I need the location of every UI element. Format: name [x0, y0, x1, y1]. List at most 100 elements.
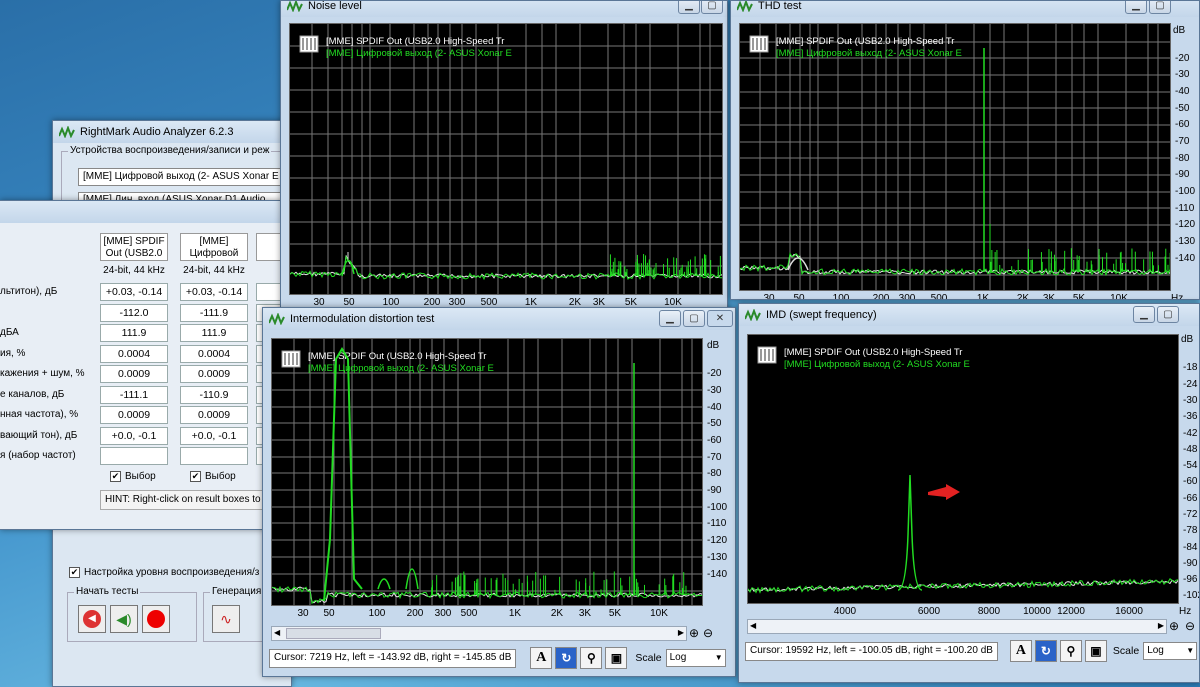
refresh-icon[interactable]: ↻: [555, 647, 578, 669]
result-cell[interactable]: -111.1: [100, 385, 168, 404]
x-tick-label: 4000: [833, 606, 857, 617]
trace-peak: [323, 347, 363, 602]
x-tick-label: 8000: [977, 606, 1001, 617]
imd-plot[interactable]: [MME] SPDIF Out (USB2.0 High-Speed Tr [MM…: [271, 338, 703, 606]
cursor-readout: Cursor: 7219 Hz, left = -143.92 dB, righ…: [269, 648, 517, 668]
magnifier-icon[interactable]: ⚲: [580, 647, 603, 669]
result-cell[interactable]: -110.9: [180, 385, 248, 404]
imd-swept-scrollbar[interactable]: ◀ ▶: [747, 619, 1167, 634]
imd-scrollbar[interactable]: ◀ ▶: [271, 626, 687, 641]
rmaa-title: RightMark Audio Analyzer 6.2.3: [80, 126, 234, 138]
magnifier-icon[interactable]: ⚲: [1059, 640, 1082, 662]
start-tests-group: Начать тесты ◀ ◀): [67, 586, 197, 642]
rmaa-titlebar[interactable]: RightMark Audio Analyzer 6.2.3: [53, 121, 291, 143]
scale-label: Scale: [1112, 645, 1140, 657]
result-row-label: дБА: [0, 327, 19, 338]
result-cell[interactable]: 0.0009: [180, 365, 248, 383]
zoom-in-icon[interactable]: ⊕: [1169, 619, 1179, 633]
thd-plot[interactable]: [MME] SPDIF Out (USB2.0 High-Speed Tr [MM…: [739, 23, 1171, 291]
save-icon[interactable]: ▣: [1084, 640, 1107, 662]
imd-swept-titlebar[interactable]: IMD (swept frequency): [739, 304, 1199, 326]
result-cell[interactable]: [100, 447, 168, 465]
col2-header-line1: [MME]: [199, 236, 229, 247]
save-icon[interactable]: ▣: [605, 647, 628, 669]
result-cell[interactable]: +0.0, -0.1: [100, 426, 168, 445]
noise-titlebar[interactable]: Noise level: [281, 0, 727, 17]
y-tick-label: -140: [707, 569, 728, 580]
col1-header-line2: Out (USB2.0: [105, 248, 163, 259]
result-cell[interactable]: 111.9: [180, 324, 248, 342]
maximize-button[interactable]: ▢: [701, 1, 723, 14]
x-tick-label: 500: [460, 608, 478, 619]
y-tick-label: -50: [1175, 103, 1190, 114]
trace-channel-2: [748, 578, 1178, 594]
thd-hz-label: Hz: [1171, 293, 1184, 300]
select-col1[interactable]: ✔ Выбор: [110, 471, 156, 482]
refresh-icon[interactable]: ↻: [1034, 640, 1057, 662]
y-tick-label: -42: [1183, 428, 1198, 439]
y-tick-label: -140: [1175, 253, 1196, 264]
result-cell[interactable]: 0.0009: [100, 406, 168, 424]
noise-title: Noise level: [308, 0, 362, 12]
x-tick-label: 100: [832, 293, 850, 300]
generation-label: Генерация: [210, 586, 264, 597]
imd-swept-plot[interactable]: [MME] SPDIF Out (USB2.0 High-Speed Tr [MM…: [747, 334, 1179, 604]
result-cell[interactable]: 0.0009: [100, 365, 168, 383]
result-cell[interactable]: +0.03, -0.14: [100, 283, 168, 301]
level-checkbox[interactable]: ✔: [69, 567, 80, 578]
zoom-out-icon[interactable]: ⊖: [703, 626, 713, 640]
y-tick-label: -50: [707, 418, 722, 429]
result-row-label: е каналов, дБ: [0, 388, 65, 400]
scroll-right-icon: ▶: [677, 628, 684, 637]
y-tick-label: -100: [1175, 186, 1196, 197]
result-cell[interactable]: 0.0004: [100, 344, 168, 363]
scale-select[interactable]: Log ▼: [665, 649, 726, 667]
chevron-down-icon: ▼: [1186, 646, 1195, 655]
close-button[interactable]: ✕: [707, 310, 733, 327]
zoom-out-icon[interactable]: ⊖: [1185, 619, 1195, 633]
minimize-button[interactable]: ▁: [1125, 1, 1147, 14]
result-row-label: кажения + шум, %: [0, 368, 85, 379]
minimize-button[interactable]: ▁: [678, 1, 700, 14]
playback-test-button[interactable]: ◀: [78, 605, 106, 633]
scale-select[interactable]: Log ▼: [1143, 642, 1198, 660]
scroll-thumb[interactable]: [286, 628, 381, 639]
speaker-test-button[interactable]: ◀): [110, 605, 138, 633]
col2-header: [MME] Цифровой: [180, 233, 248, 261]
y-tick-label: -30: [1183, 395, 1198, 406]
noise-plot[interactable]: [MME] SPDIF Out (USB2.0 High-Speed Tr [MM…: [289, 23, 723, 295]
record-button[interactable]: [142, 605, 170, 633]
result-cell[interactable]: +0.03, -0.14: [180, 283, 248, 301]
playback-device-select[interactable]: [MME] Цифровой выход (2- ASUS Xonar E: [78, 168, 291, 186]
result-cell[interactable]: +0.0, -0.1: [180, 426, 248, 445]
maximize-button[interactable]: ▢: [1149, 1, 1171, 14]
result-cell[interactable]: 0.0004: [180, 344, 248, 363]
y-tick-label: -54: [1183, 460, 1198, 471]
result-cell[interactable]: -111.9: [180, 303, 248, 322]
thd-title: THD test: [758, 0, 802, 12]
imd-title: Intermodulation distortion test: [290, 313, 435, 325]
maximize-button[interactable]: ▢: [683, 310, 705, 327]
imd-chart: [MME] SPDIF Out (USB2.0 High-Speed Tr[MM…: [272, 339, 702, 605]
select-col2-checkbox[interactable]: ✔: [190, 471, 201, 482]
font-a-button[interactable]: A: [530, 647, 553, 669]
result-cell[interactable]: 0.0009: [180, 406, 248, 424]
result-cell[interactable]: 111.9: [100, 324, 168, 342]
level-check-row[interactable]: ✔ Настройка уровня воспроизведения/з: [69, 567, 259, 578]
minimize-button[interactable]: ▁: [659, 310, 681, 327]
imd-swept-title: IMD (swept frequency): [766, 309, 877, 321]
font-a-button[interactable]: A: [1009, 640, 1032, 662]
maximize-button[interactable]: ▢: [1157, 306, 1179, 323]
result-cell[interactable]: -112.0: [100, 303, 168, 322]
x-tick-label: 10K: [650, 608, 668, 619]
legend-channel-1: [MME] SPDIF Out (USB2.0 High-Speed Tr: [326, 36, 504, 47]
minimize-button[interactable]: ▁: [1133, 306, 1155, 323]
y-tick-label: -96: [1183, 574, 1198, 585]
zoom-in-icon[interactable]: ⊕: [689, 626, 699, 640]
y-tick-label: -30: [1175, 69, 1190, 80]
scale-value: Log: [669, 652, 687, 663]
generate-button[interactable]: ∿: [212, 605, 240, 633]
result-cell[interactable]: [180, 447, 248, 465]
select-col1-checkbox[interactable]: ✔: [110, 471, 121, 482]
select-col2[interactable]: ✔ Выбор: [190, 471, 236, 482]
